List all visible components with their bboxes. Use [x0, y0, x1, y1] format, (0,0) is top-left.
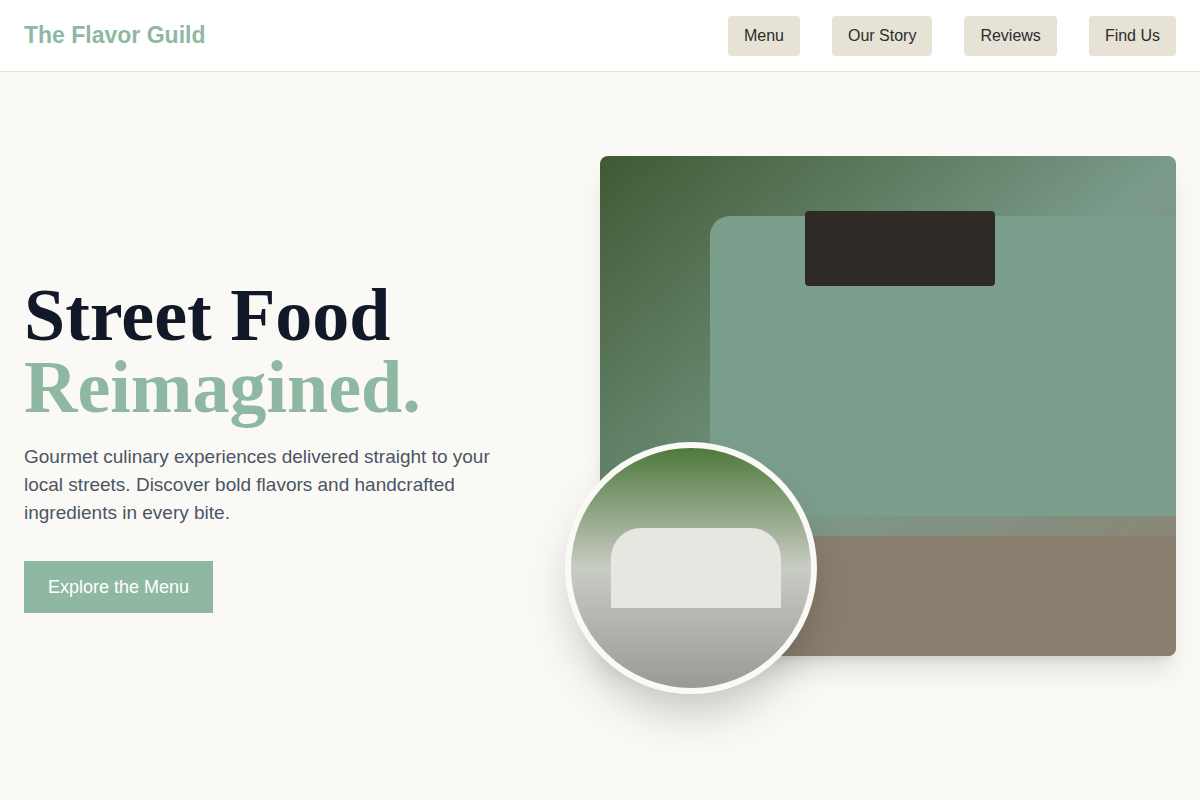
hero-title-line: Street Food	[24, 279, 560, 351]
nav-button[interactable]: Find Us	[1089, 16, 1176, 56]
nav-button[interactable]: Menu	[728, 16, 800, 56]
hero-text: Street FoodReimagined. Gourmet culinary e…	[24, 239, 560, 613]
hero-section: Street FoodReimagined. Gourmet culinary e…	[0, 72, 1200, 800]
hero-title-accent: Reimagined.	[24, 351, 560, 423]
van-shape	[611, 528, 781, 608]
hero-media	[600, 156, 1176, 656]
hero-title: Street FoodReimagined.	[24, 279, 560, 423]
cta-wrap: Explore the Menu	[24, 561, 560, 613]
nav-button[interactable]: Our Story	[832, 16, 932, 56]
explore-menu-button[interactable]: Explore the Menu	[24, 561, 213, 613]
site-header: The Flavor Guild Menu Our Story Reviews Find…	[0, 0, 1200, 72]
food-truck-circle-photo	[565, 442, 817, 694]
truck-sign	[805, 211, 995, 286]
main-nav: Menu Our Story Reviews Find Us	[728, 16, 1176, 56]
logo[interactable]: The Flavor Guild	[24, 18, 205, 53]
hero-description: Gourmet culinary experiences delivered s…	[24, 443, 514, 527]
nav-button[interactable]: Reviews	[964, 16, 1056, 56]
page: The Flavor Guild Menu Our Story Reviews Find…	[0, 0, 1200, 800]
